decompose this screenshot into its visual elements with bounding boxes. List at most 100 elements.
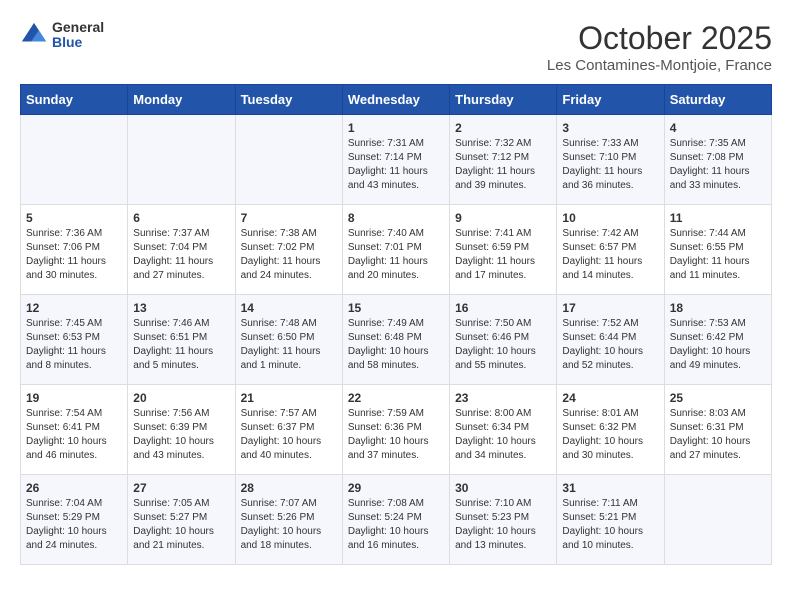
day-number: 19 [26,391,122,405]
day-number: 2 [455,121,551,135]
calendar-week-row: 1Sunrise: 7:31 AM Sunset: 7:14 PM Daylig… [21,115,772,205]
calendar-cell: 7 Sunrise: 7:38 AM Sunset: 7:02 PM Daylig… [235,205,342,295]
calendar-subtitle: Les Contamines-Montjoie, France [547,57,772,74]
calendar-week-row: 19Sunrise: 7:54 AM Sunset: 6:41 PM Dayli… [21,385,772,475]
calendar-cell: 1Sunrise: 7:31 AM Sunset: 7:14 PM Daylig… [342,115,449,205]
day-info: Sunrise: 7:50 AM Sunset: 6:46 PM Dayligh… [455,317,551,373]
calendar-cell: 11 Sunrise: 7:44 AM Sunset: 6:55 PM Dayli… [664,205,771,295]
day-number: 11 [670,211,766,225]
calendar-cell: 18 Sunrise: 7:53 AM Sunset: 6:42 PM Dayli… [664,295,771,385]
calendar-title: October 2025 [547,20,772,57]
calendar-cell: 9 Sunrise: 7:41 AM Sunset: 6:59 PM Daylig… [450,205,557,295]
calendar-cell: 5 Sunrise: 7:36 AM Sunset: 7:06 PM Daylig… [21,205,128,295]
day-info: Sunrise: 7:07 AM Sunset: 5:26 PM Dayligh… [241,497,337,553]
day-info: Sunrise: 7:57 AM Sunset: 6:37 PM Dayligh… [241,407,337,463]
calendar-header: Sunday Monday Tuesday Wednesday Thursday… [21,85,772,115]
logo: General Blue [20,20,104,51]
calendar-cell: 28 Sunrise: 7:07 AM Sunset: 5:26 PM Dayli… [235,475,342,565]
calendar-cell: 21 Sunrise: 7:57 AM Sunset: 6:37 PM Dayli… [235,385,342,475]
calendar-cell: 25Sunrise: 8:03 AM Sunset: 6:31 PM Dayli… [664,385,771,475]
calendar-cell: 22 Sunrise: 7:59 AM Sunset: 6:36 PM Dayli… [342,385,449,475]
day-number: 17 [562,301,658,315]
header-thursday: Thursday [450,85,557,115]
day-info: Sunrise: 7:36 AM Sunset: 7:06 PM Dayligh… [26,227,122,283]
calendar-cell [235,115,342,205]
day-info: Sunrise: 7:46 AM Sunset: 6:51 PM Dayligh… [133,317,229,373]
day-number: 3 [562,121,658,135]
calendar-cell: 2 Sunrise: 7:32 AM Sunset: 7:12 PM Daylig… [450,115,557,205]
day-number: 8 [348,211,444,225]
logo-text: General Blue [52,20,104,51]
calendar-cell: 4 Sunrise: 7:35 AM Sunset: 7:08 PM Daylig… [664,115,771,205]
day-number: 29 [348,481,444,495]
day-info: Sunrise: 7:48 AM Sunset: 6:50 PM Dayligh… [241,317,337,373]
day-number: 18 [670,301,766,315]
day-number: 16 [455,301,551,315]
day-info: Sunrise: 7:59 AM Sunset: 6:36 PM Dayligh… [348,407,444,463]
day-info: Sunrise: 7:40 AM Sunset: 7:01 PM Dayligh… [348,227,444,283]
calendar-cell: 13Sunrise: 7:46 AM Sunset: 6:51 PM Dayli… [128,295,235,385]
day-number: 14 [241,301,337,315]
calendar-cell: 3 Sunrise: 7:33 AM Sunset: 7:10 PM Daylig… [557,115,664,205]
day-number: 20 [133,391,229,405]
day-number: 23 [455,391,551,405]
day-number: 27 [133,481,229,495]
day-info: Sunrise: 7:44 AM Sunset: 6:55 PM Dayligh… [670,227,766,283]
header-tuesday: Tuesday [235,85,342,115]
day-info: Sunrise: 7:41 AM Sunset: 6:59 PM Dayligh… [455,227,551,283]
header-saturday: Saturday [664,85,771,115]
day-info: Sunrise: 7:05 AM Sunset: 5:27 PM Dayligh… [133,497,229,553]
day-info: Sunrise: 7:53 AM Sunset: 6:42 PM Dayligh… [670,317,766,373]
title-section: October 2025 Les Contamines-Montjoie, Fr… [547,20,772,74]
calendar-cell: 27 Sunrise: 7:05 AM Sunset: 5:27 PM Dayli… [128,475,235,565]
calendar-cell [664,475,771,565]
day-number: 9 [455,211,551,225]
day-info: Sunrise: 8:03 AM Sunset: 6:31 PM Dayligh… [670,407,766,463]
day-info: Sunrise: 8:00 AM Sunset: 6:34 PM Dayligh… [455,407,551,463]
calendar-week-row: 12 Sunrise: 7:45 AM Sunset: 6:53 PM Dayli… [21,295,772,385]
day-info: Sunrise: 7:32 AM Sunset: 7:12 PM Dayligh… [455,137,551,193]
calendar-cell: 12 Sunrise: 7:45 AM Sunset: 6:53 PM Dayli… [21,295,128,385]
day-info: Sunrise: 7:37 AM Sunset: 7:04 PM Dayligh… [133,227,229,283]
header-friday: Friday [557,85,664,115]
logo-blue-text: Blue [52,35,104,50]
day-number: 6 [133,211,229,225]
day-number: 12 [26,301,122,315]
calendar-cell: 14 Sunrise: 7:48 AM Sunset: 6:50 PM Dayli… [235,295,342,385]
day-number: 21 [241,391,337,405]
day-number: 7 [241,211,337,225]
calendar-cell: 30 Sunrise: 7:10 AM Sunset: 5:23 PM Dayli… [450,475,557,565]
day-number: 5 [26,211,122,225]
logo-general-text: General [52,20,104,35]
day-number: 4 [670,121,766,135]
day-number: 26 [26,481,122,495]
calendar-cell: 31Sunrise: 7:11 AM Sunset: 5:21 PM Dayli… [557,475,664,565]
day-number: 30 [455,481,551,495]
day-info: Sunrise: 7:35 AM Sunset: 7:08 PM Dayligh… [670,137,766,193]
day-number: 22 [348,391,444,405]
day-info: Sunrise: 8:01 AM Sunset: 6:32 PM Dayligh… [562,407,658,463]
day-info: Sunrise: 7:56 AM Sunset: 6:39 PM Dayligh… [133,407,229,463]
calendar-cell: 16 Sunrise: 7:50 AM Sunset: 6:46 PM Dayli… [450,295,557,385]
header-wednesday: Wednesday [342,85,449,115]
day-info: Sunrise: 7:10 AM Sunset: 5:23 PM Dayligh… [455,497,551,553]
calendar-cell: 6 Sunrise: 7:37 AM Sunset: 7:04 PM Daylig… [128,205,235,295]
calendar-cell [128,115,235,205]
logo-icon [20,21,48,49]
calendar-cell: 26Sunrise: 7:04 AM Sunset: 5:29 PM Dayli… [21,475,128,565]
day-number: 10 [562,211,658,225]
day-number: 28 [241,481,337,495]
day-info: Sunrise: 7:38 AM Sunset: 7:02 PM Dayligh… [241,227,337,283]
calendar-week-row: 26Sunrise: 7:04 AM Sunset: 5:29 PM Dayli… [21,475,772,565]
calendar-table: Sunday Monday Tuesday Wednesday Thursday… [20,84,772,565]
day-info: Sunrise: 7:11 AM Sunset: 5:21 PM Dayligh… [562,497,658,553]
calendar-cell: 20 Sunrise: 7:56 AM Sunset: 6:39 PM Dayli… [128,385,235,475]
day-number: 24 [562,391,658,405]
day-info: Sunrise: 7:52 AM Sunset: 6:44 PM Dayligh… [562,317,658,373]
calendar-cell: 29Sunrise: 7:08 AM Sunset: 5:24 PM Dayli… [342,475,449,565]
day-info: Sunrise: 7:45 AM Sunset: 6:53 PM Dayligh… [26,317,122,373]
calendar-cell: 10Sunrise: 7:42 AM Sunset: 6:57 PM Dayli… [557,205,664,295]
header-monday: Monday [128,85,235,115]
day-info: Sunrise: 7:33 AM Sunset: 7:10 PM Dayligh… [562,137,658,193]
header-sunday: Sunday [21,85,128,115]
